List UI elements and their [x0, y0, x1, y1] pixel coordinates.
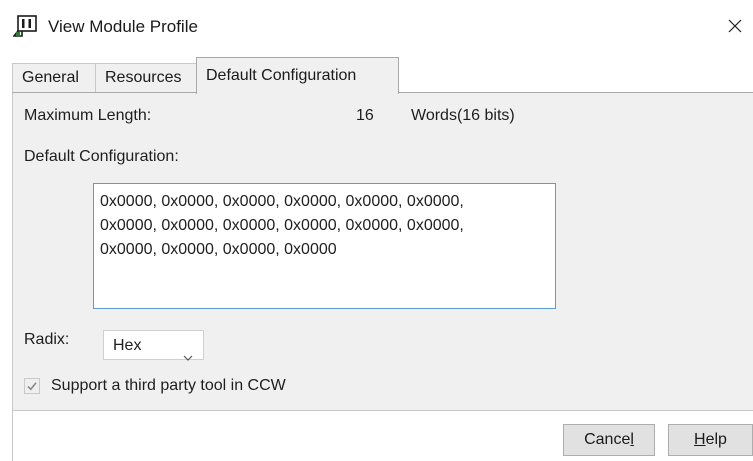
window-title: View Module Profile — [48, 17, 198, 36]
panel-left-divider — [12, 410, 13, 461]
close-button[interactable] — [717, 10, 753, 42]
support-third-party-label: Support a third party tool in CCW — [51, 377, 286, 394]
tab-strip: General Resources Default Configuration — [0, 57, 753, 94]
help-label-text: elp — [705, 431, 727, 448]
tab-general[interactable]: General — [12, 63, 96, 93]
close-icon — [728, 19, 742, 33]
dialog-window: View Module Profile General Resources De… — [0, 0, 753, 461]
help-button[interactable]: Help — [668, 424, 753, 456]
default-config-label: Default Configuration: — [24, 148, 179, 165]
chevron-down-icon — [183, 342, 193, 372]
cancel-button[interactable]: Cance l — [563, 424, 655, 456]
cancel-label-text: Cance — [584, 431, 631, 448]
panel-bottom-divider — [12, 410, 753, 411]
max-length-value: 16 — [356, 107, 374, 124]
max-length-unit: Words(16 bits) — [411, 107, 515, 124]
tab-default-configuration[interactable]: Default Configuration — [196, 57, 399, 94]
title-bar: View Module Profile — [0, 0, 753, 54]
help-mnemonic: H — [694, 431, 706, 448]
checkmark-icon — [27, 382, 37, 391]
tab-resources[interactable]: Resources — [95, 63, 197, 93]
max-length-label: Maximum Length: — [24, 107, 152, 124]
radix-selected-value: Hex — [113, 337, 142, 354]
support-third-party-checkbox[interactable] — [24, 378, 40, 394]
radix-label: Radix: — [24, 331, 70, 348]
module-profile-icon — [12, 14, 39, 38]
default-config-textarea[interactable]: 0x0000, 0x0000, 0x0000, 0x0000, 0x0000, … — [93, 183, 556, 309]
radix-select[interactable]: Hex — [103, 330, 204, 361]
cancel-mnemonic: l — [630, 431, 634, 448]
